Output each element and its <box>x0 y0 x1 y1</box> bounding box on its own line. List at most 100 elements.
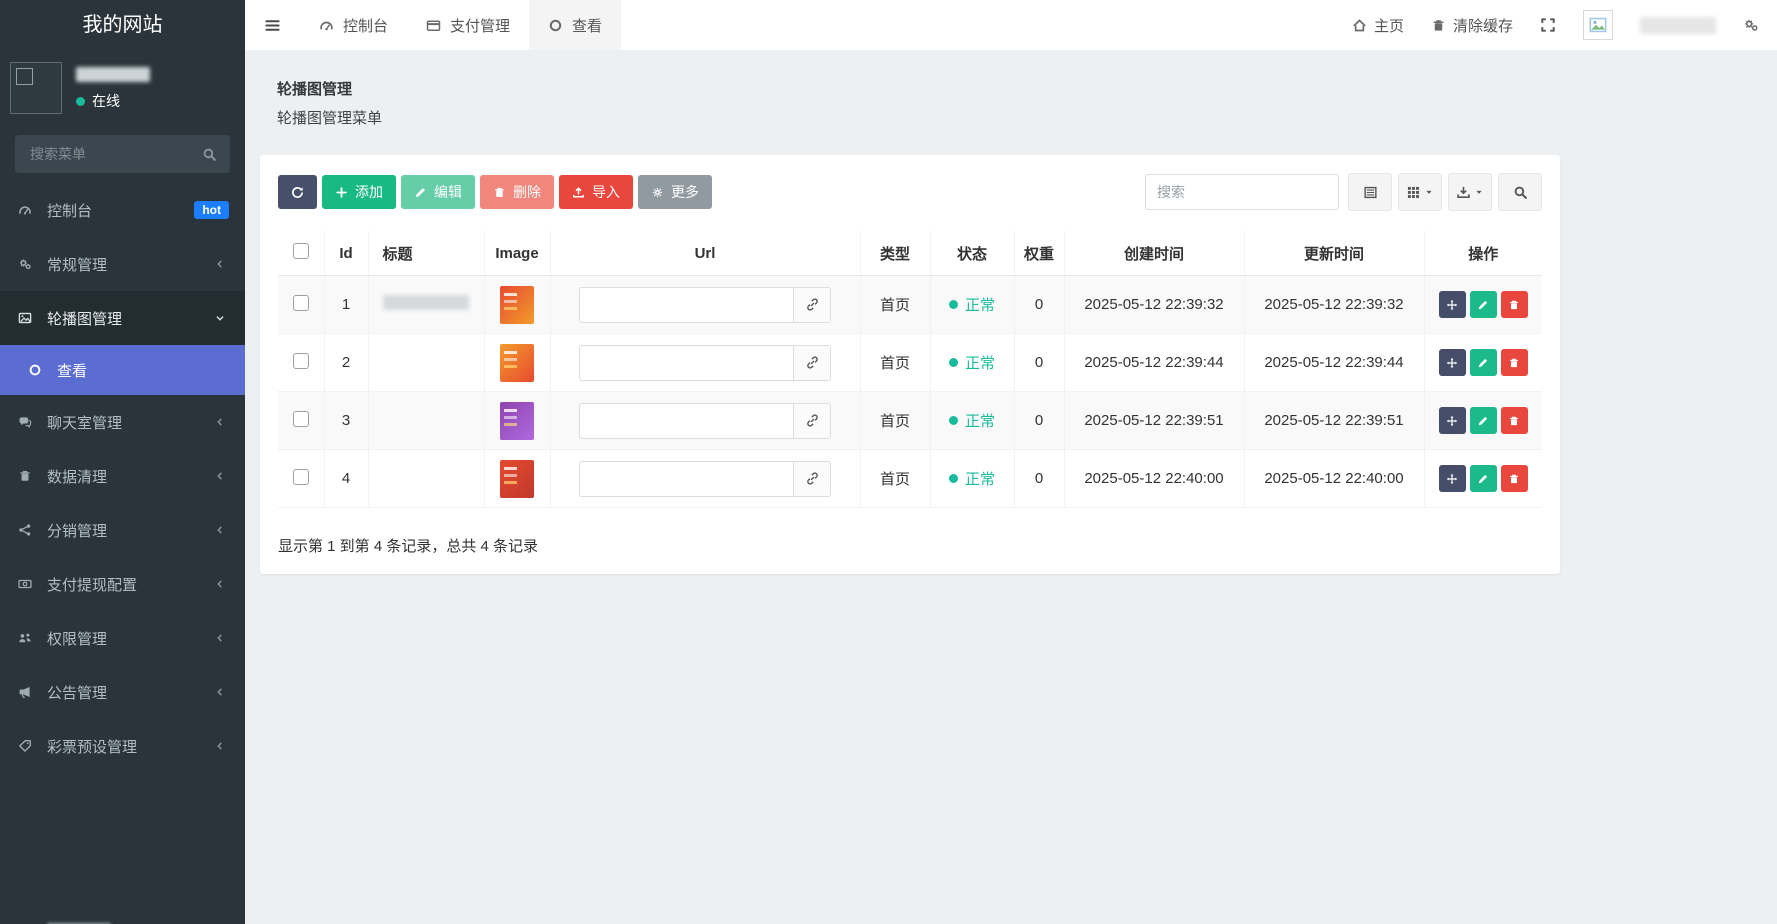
sidebar-item-distribution[interactable]: 分销管理 <box>0 503 245 557</box>
page-header: 轮播图管理 轮播图管理菜单 <box>245 50 1777 128</box>
row-delete-button[interactable] <box>1501 291 1528 318</box>
app-title: 我的网站 <box>0 0 245 50</box>
sidebar-item-label: 权限管理 <box>47 628 198 649</box>
search-toggle-button[interactable] <box>1498 173 1542 211</box>
page-title: 轮播图管理 <box>277 78 1777 99</box>
sidebar-item-general[interactable]: 常规管理 <box>0 237 245 291</box>
chevron-left-icon <box>211 740 229 752</box>
sidebar-item-label: 分销管理 <box>47 520 198 541</box>
sidebar-item-partial[interactable] <box>0 903 245 924</box>
row-id: 3 <box>324 392 368 450</box>
status-dot-icon <box>949 300 958 309</box>
column-header-2: Image <box>484 231 550 276</box>
url-link-button[interactable] <box>793 403 831 439</box>
table-body: 1首页正常02025-05-12 22:39:322025-05-12 22:3… <box>278 276 1542 508</box>
refresh-button[interactable] <box>278 175 317 209</box>
row-checkbox[interactable] <box>293 411 309 427</box>
column-header-5: 状态 <box>930 231 1014 276</box>
tab-label: 支付管理 <box>450 15 510 36</box>
url-input[interactable] <box>579 403 793 439</box>
sidebar-item-view[interactable]: 查看 <box>0 345 245 395</box>
row-checkbox[interactable] <box>293 295 309 311</box>
url-input[interactable] <box>579 345 793 381</box>
share-icon <box>16 523 34 537</box>
row-checkbox[interactable] <box>293 353 309 369</box>
chevron-left-icon <box>211 632 229 644</box>
status-badge: 正常 <box>949 352 995 373</box>
sidebar: 我的网站 在线 控制台hot常规管理轮播图管理查看聊天室管理数据清理分销管理支付… <box>0 0 245 924</box>
tab-console[interactable]: 控制台 <box>300 0 407 50</box>
row-checkbox[interactable] <box>293 469 309 485</box>
url-input-group <box>579 403 831 439</box>
row-type: 首页 <box>860 392 930 450</box>
select-all-checkbox[interactable] <box>293 243 309 259</box>
banner-thumbnail[interactable] <box>500 460 534 498</box>
row-type: 首页 <box>860 276 930 334</box>
row-type: 首页 <box>860 450 930 508</box>
settings-gear-icon[interactable] <box>1743 17 1759 33</box>
button-label: 添加 <box>355 182 383 202</box>
clear-cache-link[interactable]: 清除缓存 <box>1431 15 1513 36</box>
chevron-down-icon <box>211 312 229 324</box>
row-edit-button[interactable] <box>1470 291 1497 318</box>
banner-thumbnail[interactable] <box>500 286 534 324</box>
banner-thumbnail[interactable] <box>500 344 534 382</box>
sidebar-item-announcement[interactable]: 公告管理 <box>0 665 245 719</box>
row-delete-button[interactable] <box>1501 465 1528 492</box>
sidebar-item-chatroom[interactable]: 聊天室管理 <box>0 395 245 449</box>
menu-search-input[interactable] <box>28 145 202 163</box>
updated-at: 2025-05-12 22:39:44 <box>1244 334 1424 392</box>
navbar-user-name-redacted[interactable] <box>1640 17 1716 34</box>
detail-view-button[interactable] <box>1348 173 1392 211</box>
url-input[interactable] <box>579 287 793 323</box>
tab-payment[interactable]: 支付管理 <box>407 0 529 50</box>
columns-button[interactable] <box>1398 173 1442 211</box>
banner-thumbnail[interactable] <box>500 402 534 440</box>
updated-at: 2025-05-12 22:39:51 <box>1244 392 1424 450</box>
table-toolbar: 添加编辑删除 导入更多 <box>278 173 1542 211</box>
table-search-input[interactable] <box>1145 174 1339 210</box>
sidebar-item-label: 查看 <box>57 360 229 381</box>
row-edit-button[interactable] <box>1470 465 1497 492</box>
home-link[interactable]: 主页 <box>1352 15 1404 36</box>
row-move-button[interactable] <box>1439 465 1466 492</box>
more-button[interactable]: 更多 <box>638 175 712 209</box>
url-input-group <box>579 461 831 497</box>
sidebar-item-carousel[interactable]: 轮播图管理 <box>0 291 245 345</box>
tab-view[interactable]: 查看 <box>529 0 621 50</box>
row-move-button[interactable] <box>1439 349 1466 376</box>
row-edit-button[interactable] <box>1470 407 1497 434</box>
add-button[interactable]: 添加 <box>322 175 396 209</box>
url-link-button[interactable] <box>793 287 831 323</box>
sidebar-item-data-clean[interactable]: 数据清理 <box>0 449 245 503</box>
sidebar-toggle-button[interactable] <box>245 0 300 50</box>
delete-button[interactable]: 删除 <box>480 175 554 209</box>
import-button[interactable]: 导入 <box>559 175 633 209</box>
status-badge: 正常 <box>949 410 995 431</box>
row-move-button[interactable] <box>1439 407 1466 434</box>
user-name-redacted <box>76 67 150 82</box>
table-row: 3首页正常02025-05-12 22:39:512025-05-12 22:3… <box>278 392 1542 450</box>
url-input[interactable] <box>579 461 793 497</box>
edit-button[interactable]: 编辑 <box>401 175 475 209</box>
row-edit-button[interactable] <box>1470 349 1497 376</box>
sidebar-menu: 控制台hot常规管理轮播图管理查看聊天室管理数据清理分销管理支付提现配置权限管理… <box>0 183 245 773</box>
nav-tabs: 控制台 支付管理查看 <box>300 0 621 50</box>
card-icon <box>426 18 441 33</box>
url-link-button[interactable] <box>793 345 831 381</box>
app-window: 我的网站 在线 控制台hot常规管理轮播图管理查看聊天室管理数据清理分销管理支付… <box>0 0 1777 924</box>
search-icon <box>202 147 217 162</box>
row-move-button[interactable] <box>1439 291 1466 318</box>
navbar-avatar[interactable] <box>1583 10 1613 40</box>
export-button[interactable] <box>1448 173 1492 211</box>
sidebar-item-auth[interactable]: 权限管理 <box>0 611 245 665</box>
row-delete-button[interactable] <box>1501 407 1528 434</box>
row-delete-button[interactable] <box>1501 349 1528 376</box>
sidebar-item-lottery-preset[interactable]: 彩票预设管理 <box>0 719 245 773</box>
sidebar-item-payment-withdraw[interactable]: 支付提现配置 <box>0 557 245 611</box>
url-link-button[interactable] <box>793 461 831 497</box>
sidebar-item-console[interactable]: 控制台hot <box>0 183 245 237</box>
sidebar-search <box>15 135 230 173</box>
fullscreen-icon[interactable] <box>1540 17 1556 33</box>
button-label: 导入 <box>592 182 620 202</box>
